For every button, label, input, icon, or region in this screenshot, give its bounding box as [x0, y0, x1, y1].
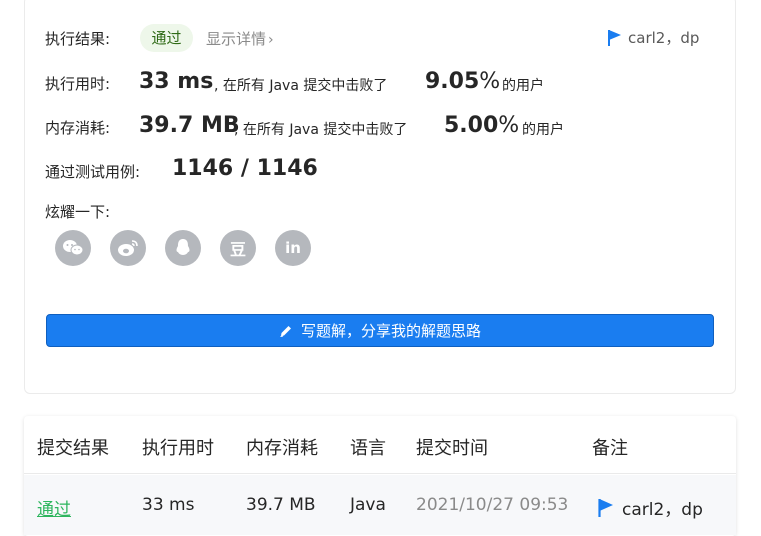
share-icons: 豆 in	[55, 230, 311, 266]
row-note-text: carl2，dp	[622, 500, 703, 520]
runtime-percent-sign: %	[479, 69, 501, 94]
memory-desc: , 在所有 Java 提交中击败了	[234, 122, 408, 138]
chevron-right-icon: ›	[268, 32, 274, 48]
runtime-percent-value: 9.05	[425, 69, 480, 94]
row-memory: 39.7 MB	[246, 495, 316, 515]
runtime-label: 执行用时:	[45, 75, 111, 93]
weibo-icon[interactable]	[110, 230, 146, 266]
runtime-percent: 9.05%	[425, 69, 500, 94]
testcases-label: 通过测试用例:	[45, 163, 141, 181]
testcases-value: 1146 / 1146	[172, 156, 318, 181]
header-language: 语言	[350, 438, 386, 459]
row-note[interactable]: carl2，dp	[598, 495, 703, 520]
pencil-icon	[279, 324, 293, 338]
memory-percent-sign: %	[498, 113, 520, 138]
runtime-value: 33 ms	[139, 69, 214, 94]
runtime-desc: , 在所有 Java 提交中击败了	[214, 78, 388, 94]
row-runtime: 33 ms	[142, 495, 195, 515]
write-solution-button[interactable]: 写题解，分享我的解题思路	[46, 314, 714, 347]
row-language: Java	[350, 495, 386, 515]
submissions-table: 提交结果 执行用时 内存消耗 语言 提交时间 备注 通过 33 ms 39.7 …	[24, 416, 736, 536]
flag-icon	[598, 498, 613, 517]
header-note: 备注	[592, 438, 628, 459]
memory-value: 39.7 MB	[139, 113, 240, 138]
note-text: carl2，dp	[628, 29, 700, 47]
memory-percent: 5.00%	[444, 113, 519, 138]
write-solution-label: 写题解，分享我的解题思路	[300, 322, 481, 340]
douban-icon[interactable]: 豆	[220, 230, 256, 266]
row-submit-time: 2021/10/27 09:53	[416, 495, 569, 515]
table-row[interactable]: 通过 33 ms 39.7 MB Java 2021/10/27 09:53 c…	[24, 475, 736, 535]
submission-result-card: 执行结果: 通过 显示详情 › carl2，dp 执行用时: 33 ms , 在所…	[24, 0, 736, 394]
row-status-link[interactable]: 通过	[37, 495, 71, 520]
header-submit-time: 提交时间	[416, 438, 488, 459]
runtime-of-users: 的用户	[502, 78, 544, 94]
wechat-icon[interactable]	[55, 230, 91, 266]
note-flag[interactable]: carl2，dp	[608, 27, 699, 48]
show-details-label: 显示详情	[206, 30, 267, 48]
header-runtime: 执行用时	[142, 438, 214, 459]
qq-icon[interactable]	[165, 230, 201, 266]
table-header: 提交结果 执行用时 内存消耗 语言 提交时间 备注	[24, 416, 736, 474]
memory-label: 内存消耗:	[45, 119, 111, 137]
header-memory: 内存消耗	[246, 438, 318, 459]
show-details-link[interactable]: 显示详情 ›	[206, 28, 274, 49]
memory-of-users: 的用户	[522, 122, 564, 138]
memory-percent-value: 5.00	[444, 113, 499, 138]
status-badge: 通过	[140, 24, 193, 52]
flag-icon	[608, 29, 621, 46]
share-label: 炫耀一下:	[45, 203, 111, 221]
exec-result-label: 执行结果:	[45, 30, 111, 48]
header-status: 提交结果	[37, 438, 109, 459]
linkedin-icon[interactable]: in	[275, 230, 311, 266]
